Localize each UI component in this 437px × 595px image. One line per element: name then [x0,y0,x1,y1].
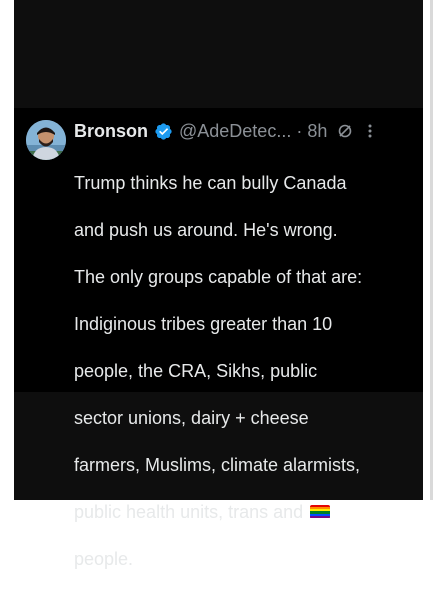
avatar-image [26,120,66,160]
tweet-text-line: people, the CRA, Sikhs, public [74,360,318,381]
tweet-header: Bronson @AdeDetec... · 8h [74,118,409,144]
separator-dot: · [296,120,303,141]
tweet-text-line: farmers, Muslims, climate alarmists, [74,454,361,475]
author-handle[interactable]: @AdeDetec... [179,121,291,142]
grok-icon[interactable] [337,123,353,139]
tweet-text-line: The only groups capable of that are: [74,266,363,287]
tweet-text-line-with-emoji: public health units, trans and [74,501,414,525]
avatar[interactable] [26,120,66,160]
more-options-icon[interactable] [367,123,373,139]
tweet-text-line: people. [74,548,134,569]
tweet-text-line: public health units, trans and [74,501,304,522]
tweet-text-line: Indiginous tribes greater than 10 [74,313,333,334]
tweet-text-line: sector unions, dairy + cheese [74,407,309,428]
screenshot-frame: Bronson @AdeDetec... · 8h Trump thinks h… [0,0,437,569]
tweet-text-line: and push us around. He's wrong. [74,219,338,240]
previous-post-area [14,0,423,108]
rainbow-flag-emoji [310,504,331,519]
tweet-text: Trump thinks he can bully Canada and pus… [74,148,414,595]
scrollbar[interactable] [430,0,433,500]
tweet-text-line: Trump thinks he can bully Canada [74,172,347,193]
verified-badge-icon [154,122,173,141]
tweet-card[interactable]: Bronson @AdeDetec... · 8h Trump thinks h… [14,108,423,569]
author-name[interactable]: Bronson [74,121,148,142]
timestamp[interactable]: 8h [307,121,327,142]
